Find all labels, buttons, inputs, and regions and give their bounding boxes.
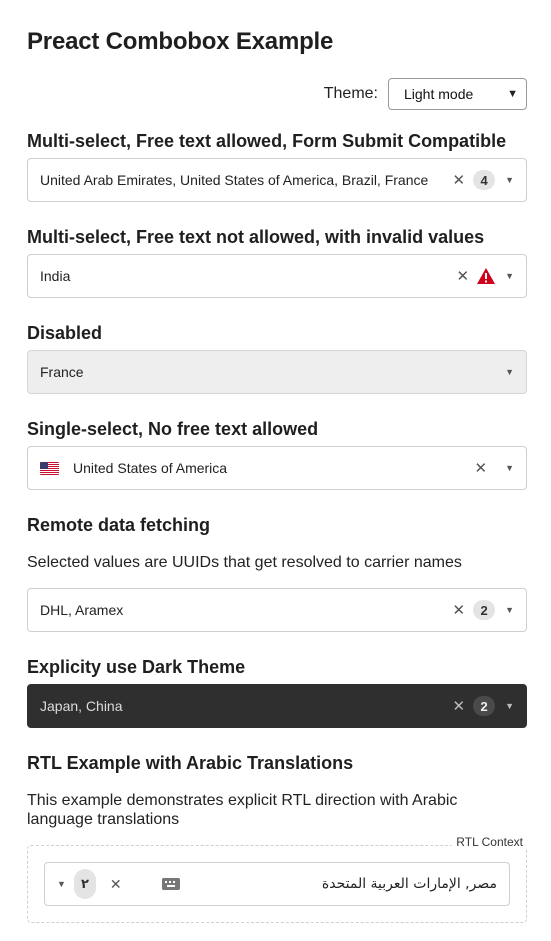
section-description: Selected values are UUIDs that get resol… [27, 554, 462, 571]
close-icon[interactable]: ✕ [453, 697, 466, 715]
combobox-value[interactable]: Japan, China [40, 698, 445, 714]
theme-select[interactable]: Light mode ▼ [388, 78, 527, 110]
section-title: Multi-select, Free text allowed, Form Su… [27, 131, 507, 151]
combobox-value: France [40, 364, 84, 380]
combobox-remote[interactable]: DHL, Aramex ✕ 2 ▼ [27, 588, 527, 632]
combobox-single-select[interactable]: United States of America ✕ ▼ [27, 446, 527, 490]
combobox-rtl[interactable]: ▼ ٢ ✕ مصر, الإمارات العربية المتحدة [44, 862, 510, 906]
close-icon[interactable]: ✕ [475, 459, 488, 477]
rtl-context-label: RTL Context [452, 835, 527, 849]
selection-count-badge: 2 [473, 600, 496, 620]
combobox-dark[interactable]: Japan, China ✕ 2 ▼ [27, 684, 527, 728]
combobox-value[interactable]: DHL, Aramex [40, 602, 445, 618]
chevron-down-icon[interactable]: ▼ [505, 605, 514, 615]
section-description: This example demonstrates explicit RTL d… [27, 792, 458, 828]
close-icon[interactable]: ✕ [453, 601, 466, 619]
chevron-down-icon[interactable]: ▼ [505, 463, 514, 473]
theme-control: Theme: Light mode ▼ [324, 78, 527, 110]
section-title: Multi-select, Free text not allowed, wit… [27, 227, 485, 247]
chevron-down-icon: ▼ [505, 367, 514, 377]
section-title: Single-select, No free text allowed [27, 419, 319, 439]
section-title: Disabled [27, 323, 103, 343]
combobox-value[interactable]: United States of America [73, 460, 467, 476]
chevron-down-icon[interactable]: ▼ [505, 701, 514, 711]
selection-count-badge: ٢ [73, 869, 96, 899]
close-icon[interactable]: ✕ [110, 876, 122, 893]
chevron-down-icon: ▼ [507, 88, 518, 100]
combobox-disabled: France ▼ [27, 350, 527, 394]
section-title: RTL Example with Arabic Translations [27, 753, 354, 773]
combobox-multi-invalid[interactable]: India ✕ ▼ [27, 254, 527, 298]
combobox-value[interactable]: India [40, 268, 449, 284]
combobox-multi-free-text[interactable]: United Arab Emirates, United States of A… [27, 158, 527, 202]
selection-count-badge: 2 [473, 696, 496, 716]
keyboard-icon [161, 878, 180, 890]
combobox-value[interactable]: United Arab Emirates, United States of A… [40, 172, 445, 188]
warning-icon [477, 268, 496, 284]
theme-label: Theme: [323, 85, 378, 102]
selection-count-badge: 4 [473, 170, 496, 190]
chevron-down-icon[interactable]: ▼ [57, 879, 66, 889]
chevron-down-icon[interactable]: ▼ [505, 175, 514, 185]
chevron-down-icon[interactable]: ▼ [505, 271, 514, 281]
page-title: Preact Combobox Example [27, 28, 334, 55]
combobox-value[interactable]: مصر, الإمارات العربية المتحدة [180, 876, 497, 892]
section-title: Remote data fetching [27, 515, 211, 535]
section-title: Explicity use Dark Theme [27, 657, 246, 677]
close-icon[interactable]: ✕ [453, 171, 466, 189]
close-icon[interactable]: ✕ [457, 267, 470, 285]
theme-select-value: Light mode [404, 86, 474, 102]
us-flag-icon [40, 461, 59, 475]
